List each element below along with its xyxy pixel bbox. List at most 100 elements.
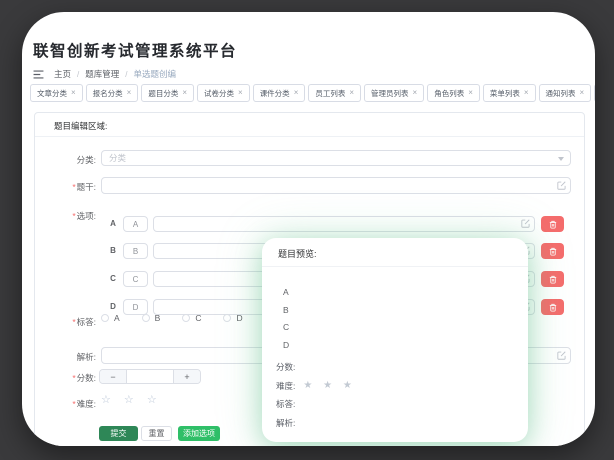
required-asterisk: * <box>72 373 75 383</box>
delete-option-button[interactable] <box>541 216 564 232</box>
radio-option-b[interactable]: B <box>142 313 161 323</box>
radio-icon <box>142 314 150 322</box>
category-placeholder: 分类 <box>109 152 126 164</box>
preview-divider <box>262 266 528 267</box>
tab-label: 通知列表 <box>546 88 576 99</box>
breadcrumb-home[interactable]: 主页 <box>54 68 71 80</box>
question-preview-panel: 题目预览: A B C D 分数: 难度:★ ★ ★ 标答: 解析: <box>262 238 528 442</box>
editor-section-title: 题目编辑区域: <box>54 120 107 132</box>
radio-option-a[interactable]: A <box>101 313 120 323</box>
tab-menu-list[interactable]: 菜单列表× <box>483 84 536 102</box>
option-key-value: B <box>133 247 138 256</box>
label-text: 标答: <box>77 317 96 327</box>
label-text: 分数: <box>77 373 96 383</box>
score-stepper: − + <box>99 369 201 384</box>
tab-staff-list[interactable]: 员工列表 × <box>308 84 361 102</box>
option-key-value: C <box>133 275 139 284</box>
breadcrumb-question-bank[interactable]: 题库管理 <box>85 68 119 80</box>
close-icon[interactable]: × <box>580 89 585 97</box>
radio-label: B <box>155 313 161 323</box>
tab-label: 报名分类 <box>93 88 123 99</box>
label-text: 选项: <box>77 211 96 221</box>
close-icon[interactable]: × <box>349 89 354 97</box>
tab-article-categories[interactable]: 文章分类× <box>30 84 83 102</box>
required-asterisk: * <box>72 399 75 409</box>
delete-option-button[interactable] <box>541 299 564 315</box>
close-icon[interactable]: × <box>71 89 76 97</box>
radio-option-c[interactable]: C <box>182 313 201 323</box>
score-input[interactable] <box>127 370 173 383</box>
tab-label: 员工列表 <box>315 88 345 99</box>
tab-question-categories[interactable]: 题目分类× <box>141 84 194 102</box>
submit-button[interactable]: 提交 <box>99 426 138 441</box>
option-content-input[interactable] <box>153 216 535 232</box>
preview-option: B <box>283 302 289 320</box>
options-label: *选项: <box>35 210 96 222</box>
option-letter: C <box>108 274 118 283</box>
close-icon[interactable]: × <box>413 89 418 97</box>
preview-star-rating: ★ ★ ★ <box>303 377 355 396</box>
delete-option-button[interactable] <box>541 243 564 259</box>
label-text: 分类: <box>77 155 96 165</box>
answer-radio-group: A B C D <box>101 313 243 323</box>
add-option-button[interactable]: 添加选项 <box>178 426 220 441</box>
decrease-button[interactable]: − <box>100 370 127 383</box>
stem-input[interactable] <box>101 177 571 194</box>
tab-admin-list[interactable]: 管理员列表 × <box>364 84 424 102</box>
reset-button[interactable]: 重置 <box>141 426 172 441</box>
required-asterisk: * <box>72 317 75 327</box>
preview-answer-label: 标答: <box>276 395 295 414</box>
category-select[interactable]: 分类 <box>101 150 571 166</box>
tab-announcement-detail[interactable]: 公告详情× <box>594 84 595 102</box>
edit-icon[interactable] <box>557 347 566 365</box>
option-letter: D <box>108 302 118 311</box>
preview-option: D <box>283 337 289 355</box>
close-icon[interactable]: × <box>127 89 132 97</box>
category-label: 分类: <box>35 154 96 166</box>
close-icon[interactable]: × <box>182 89 187 97</box>
close-icon[interactable]: × <box>294 89 299 97</box>
score-label: *分数: <box>35 372 96 384</box>
close-icon[interactable]: × <box>238 89 243 97</box>
preview-difficulty-label: 难度: <box>276 377 295 396</box>
radio-icon <box>182 314 190 322</box>
delete-option-button[interactable] <box>541 271 564 287</box>
stem-label: *题干: <box>35 181 96 193</box>
edit-icon[interactable] <box>521 215 530 233</box>
close-icon[interactable]: × <box>468 89 473 97</box>
tab-paper-categories[interactable]: 试卷分类× <box>197 84 250 102</box>
label-text: 难度: <box>77 399 96 409</box>
increase-button[interactable]: + <box>173 370 200 383</box>
option-key-input[interactable]: A <box>123 216 148 232</box>
breadcrumb-current-page: 单选题创编 <box>134 68 177 80</box>
label-text: 题干: <box>77 182 96 192</box>
preview-option: C <box>283 319 289 337</box>
radio-option-d[interactable]: D <box>223 313 242 323</box>
preview-option: A <box>283 284 289 302</box>
page-title: 联智创新考试管理系统平台 <box>33 39 237 61</box>
preview-score-label: 分数: <box>276 358 295 377</box>
menu-icon[interactable] <box>33 70 44 79</box>
breadcrumb-separator: / <box>125 70 127 79</box>
option-key-input[interactable]: C <box>123 271 148 287</box>
tab-role-list[interactable]: 角色列表× <box>427 84 480 102</box>
option-letter: B <box>108 246 118 255</box>
tab-signup-categories[interactable]: 报名分类 × <box>86 84 139 102</box>
tab-label: 管理员列表 <box>371 88 409 99</box>
label-text: 解析: <box>77 352 96 362</box>
tab-courseware-categories[interactable]: 课件分类× <box>253 84 306 102</box>
difficulty-label: *难度: <box>35 398 96 410</box>
option-key-input[interactable]: B <box>123 243 148 259</box>
close-icon[interactable]: × <box>524 89 529 97</box>
edit-icon[interactable] <box>557 177 566 195</box>
analysis-label: 解析: <box>35 351 96 363</box>
tab-notice-list[interactable]: 通知列表 × <box>539 84 592 102</box>
difficulty-star-rating[interactable]: ☆ ☆ ☆ <box>101 393 162 406</box>
option-letter: A <box>108 219 118 228</box>
radio-label: A <box>114 313 120 323</box>
option-key-value: D <box>133 303 139 312</box>
preview-title: 题目预览: <box>278 247 317 260</box>
app-window: 联智创新考试管理系统平台 主页 / 题库管理 / 单选题创编 文章分类× 报名分… <box>22 12 595 446</box>
radio-icon <box>223 314 231 322</box>
trash-icon <box>549 220 557 229</box>
